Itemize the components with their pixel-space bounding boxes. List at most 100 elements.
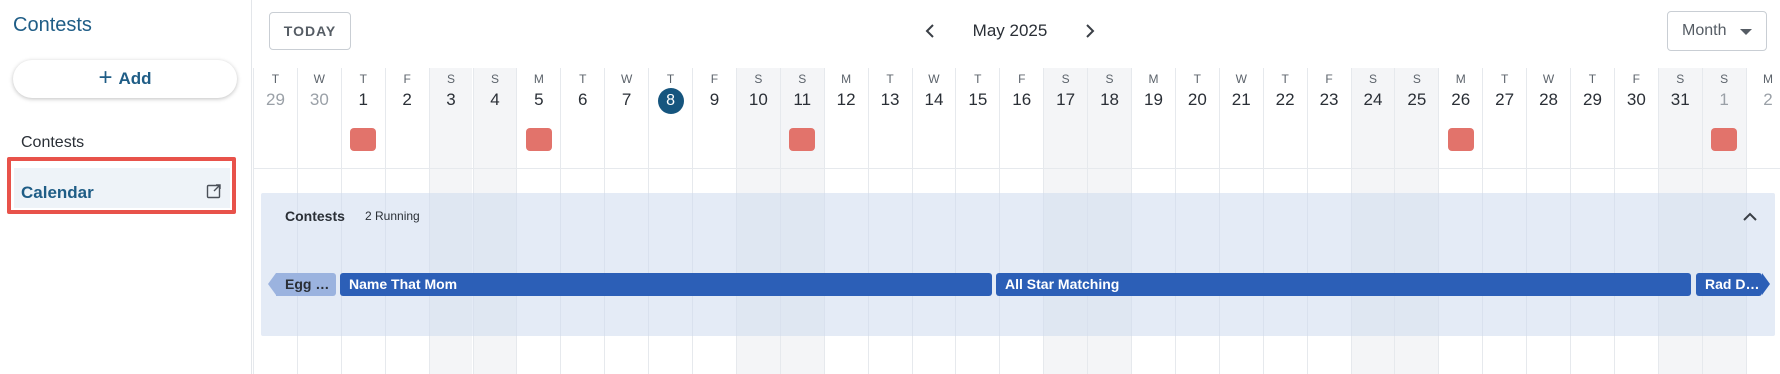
month-label: May 2025 — [972, 21, 1048, 40]
day-of-week-label: T — [1281, 72, 1289, 86]
sidebar-item-calendar[interactable]: Calendar — [14, 168, 230, 208]
chevron-left-icon[interactable] — [918, 19, 942, 43]
contest-bar[interactable]: Egg … — [276, 273, 336, 296]
bar-continue-right-icon — [1762, 273, 1770, 295]
date-number[interactable]: 6 — [561, 90, 604, 110]
day-of-week-label: S — [1676, 72, 1685, 86]
sidebar: Contests + Add Contests Calendar — [0, 0, 252, 374]
event-marker[interactable] — [789, 128, 816, 151]
date-number[interactable]: 23 — [1308, 90, 1351, 110]
event-marker[interactable] — [350, 128, 377, 151]
bar-continue-left-icon — [268, 273, 276, 295]
day-of-week-label: F — [1325, 72, 1333, 86]
day-of-week-label: M — [1455, 72, 1466, 86]
date-number[interactable]: 13 — [869, 90, 912, 110]
view-select-value: Month — [1682, 22, 1727, 39]
day-of-week-label: F — [1632, 72, 1640, 86]
date-number[interactable]: 12 — [825, 90, 868, 110]
day-of-week-label: S — [798, 72, 807, 86]
date-number[interactable]: 30 — [298, 90, 341, 110]
today-button[interactable]: TODAY — [269, 12, 351, 50]
day-of-week-label: S — [1720, 72, 1729, 86]
date-number[interactable]: 2 — [386, 90, 429, 110]
day-of-week-label: T — [974, 72, 982, 86]
day-of-week-label: S — [490, 72, 499, 86]
date-number[interactable]: 10 — [737, 90, 780, 110]
day-of-week-label: S — [1412, 72, 1421, 86]
add-button-label: Add — [118, 69, 152, 88]
chevron-up-icon[interactable] — [1741, 208, 1759, 226]
day-of-week-label: T — [886, 72, 894, 86]
date-number[interactable]: 2 — [1747, 90, 1780, 110]
day-of-week-label: F — [710, 72, 719, 86]
contests-band — [261, 193, 1775, 336]
divider — [253, 168, 1780, 169]
date-number[interactable]: 24 — [1352, 90, 1395, 110]
day-of-week-label: W — [620, 72, 633, 86]
date-number[interactable]: 31 — [1659, 90, 1702, 110]
caret-down-icon — [1740, 29, 1752, 35]
day-of-week-label: F — [1018, 72, 1026, 86]
date-number[interactable]: 30 — [1615, 90, 1658, 110]
sidebar-item-label: Calendar — [21, 183, 94, 202]
day-of-week-label: T — [271, 72, 280, 86]
day-of-week-label: W — [1235, 72, 1247, 86]
date-number[interactable]: 25 — [1395, 90, 1438, 110]
event-marker[interactable] — [1711, 128, 1738, 151]
date-number[interactable]: 7 — [605, 90, 648, 110]
day-of-week-label: S — [447, 72, 456, 86]
day-of-week-label: T — [1500, 72, 1509, 86]
today-date-badge[interactable]: 8 — [657, 88, 684, 114]
chevron-right-icon[interactable] — [1078, 19, 1102, 43]
date-number[interactable]: 28 — [1527, 90, 1570, 110]
sidebar-item-contests[interactable]: Contests — [21, 134, 84, 152]
day-of-week-label: S — [1368, 72, 1377, 86]
date-number[interactable]: 11 — [781, 90, 824, 110]
date-number[interactable]: 1 — [1703, 90, 1746, 110]
sidebar-title: Contests — [13, 14, 92, 36]
external-link-icon[interactable] — [206, 183, 222, 199]
day-of-week-label: T — [359, 72, 367, 86]
day-of-week-label: S — [754, 72, 763, 86]
view-select[interactable]: Month — [1667, 11, 1767, 51]
date-number[interactable]: 17 — [1044, 90, 1087, 110]
date-number[interactable]: 9 — [693, 90, 736, 110]
band-title: Contests — [285, 208, 345, 224]
contest-bar[interactable]: Name That Mom — [340, 273, 992, 296]
day-of-week-label: W — [1542, 72, 1555, 86]
day-of-week-label: T — [579, 72, 587, 86]
date-number[interactable]: 27 — [1483, 90, 1526, 110]
day-of-week-label: T — [1588, 72, 1597, 86]
date-number[interactable]: 21 — [1220, 90, 1263, 110]
date-number[interactable]: 3 — [430, 90, 473, 110]
date-number[interactable]: 19 — [1132, 90, 1175, 110]
date-number[interactable]: 5 — [517, 90, 560, 110]
day-of-week-label: W — [928, 72, 940, 86]
date-number[interactable]: 20 — [1176, 90, 1219, 110]
date-number[interactable]: 14 — [913, 90, 956, 110]
date-number[interactable]: 29 — [1571, 90, 1614, 110]
day-of-week-label: S — [1061, 72, 1070, 86]
date-number[interactable]: 18 — [1088, 90, 1131, 110]
date-number[interactable]: 4 — [474, 90, 517, 110]
date-number[interactable]: 1 — [342, 90, 385, 110]
day-of-week-label: M — [841, 72, 852, 86]
date-number[interactable]: 16 — [1000, 90, 1043, 110]
contest-bar[interactable]: Rad D… — [1696, 273, 1762, 296]
app-root: Contests + Add Contests Calendar TODAY M… — [0, 0, 1780, 374]
day-of-week-label: F — [403, 72, 411, 86]
date-number[interactable]: 29 — [254, 90, 297, 110]
date-number[interactable]: 15 — [956, 90, 999, 110]
date-number[interactable]: 26 — [1439, 90, 1482, 110]
day-of-week-label: W — [313, 72, 325, 86]
day-of-week-label: M — [1148, 72, 1159, 86]
event-marker[interactable] — [525, 128, 552, 151]
day-of-week-label: T — [1193, 72, 1201, 86]
add-button[interactable]: + Add — [13, 60, 237, 98]
day-of-week-label: M — [533, 72, 544, 86]
day-of-week-label: S — [1105, 72, 1114, 86]
date-number[interactable]: 22 — [1264, 90, 1307, 110]
contest-bar[interactable]: All Star Matching — [996, 273, 1691, 296]
event-marker[interactable] — [1447, 128, 1474, 151]
day-of-week-label: T — [666, 72, 675, 86]
